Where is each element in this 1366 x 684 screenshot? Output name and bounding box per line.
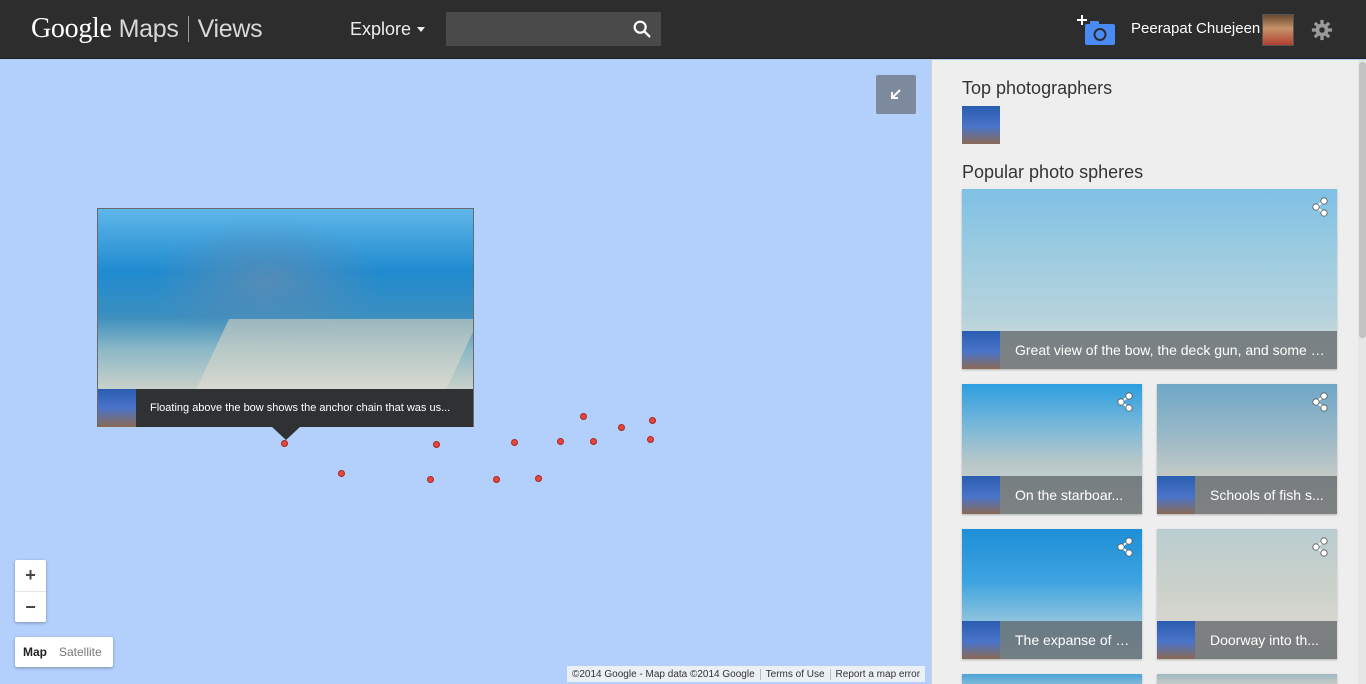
photo-marker[interactable] bbox=[647, 436, 654, 443]
share-icon[interactable] bbox=[1116, 537, 1134, 557]
photo-sphere-card[interactable]: Great view of the bow, the deck gun, and… bbox=[962, 189, 1337, 369]
add-photo-camera-icon[interactable] bbox=[1076, 14, 1116, 46]
card-caption: Doorway into th... bbox=[1210, 632, 1319, 648]
logo-divider bbox=[187, 16, 189, 42]
card-caption: The expanse of t... bbox=[1015, 632, 1131, 648]
photo-marker[interactable] bbox=[580, 413, 587, 420]
map-type-satellite[interactable]: Satellite bbox=[55, 645, 106, 659]
google-maps-views-logo[interactable]: Google Maps Views bbox=[31, 13, 263, 45]
photo-marker[interactable] bbox=[511, 439, 518, 446]
map-canvas[interactable]: Floating above the bow shows the anchor … bbox=[0, 60, 931, 684]
card-caption: Schools of fish s... bbox=[1210, 487, 1324, 503]
popular-photo-spheres-title: Popular photo spheres bbox=[962, 162, 1144, 182]
photographer-avatar[interactable] bbox=[962, 621, 1000, 659]
zoom-in-button[interactable]: + bbox=[15, 560, 46, 591]
photographer-avatar[interactable] bbox=[962, 331, 1000, 369]
photo-marker[interactable] bbox=[281, 440, 288, 447]
zoom-out-button[interactable]: − bbox=[15, 591, 46, 622]
photo-sphere-card[interactable]: On the starboar... bbox=[962, 384, 1142, 514]
popup-photo[interactable] bbox=[98, 209, 473, 389]
attribution-text: ©2014 Google - Map data ©2014 Google bbox=[572, 668, 755, 680]
zoom-control: + − bbox=[15, 560, 46, 622]
popup-pointer bbox=[271, 426, 301, 440]
collapse-panel-button[interactable] bbox=[876, 75, 916, 114]
photo-sphere-card[interactable]: Schools of fish s... bbox=[1157, 384, 1337, 514]
card-caption-bar: Great view of the bow, the deck gun, and… bbox=[962, 331, 1337, 369]
user-avatar[interactable] bbox=[1262, 14, 1294, 46]
photographer-avatar[interactable] bbox=[98, 389, 136, 427]
photo-marker[interactable] bbox=[649, 417, 656, 424]
user-name[interactable]: Peerapat Chuejeen bbox=[1131, 20, 1260, 37]
share-icon[interactable] bbox=[1311, 537, 1329, 557]
share-icon[interactable] bbox=[1116, 392, 1134, 412]
search-box bbox=[446, 12, 661, 46]
arrow-collapse-icon bbox=[891, 89, 901, 99]
photo-preview-popup[interactable]: Floating above the bow shows the anchor … bbox=[97, 208, 474, 440]
card-caption-bar: Doorway into th... bbox=[1157, 621, 1337, 659]
explore-label: Explore bbox=[350, 19, 412, 39]
explore-menu[interactable]: Explore bbox=[350, 19, 426, 40]
side-panel: Top photographers Popular photo spheres … bbox=[931, 60, 1366, 684]
logo-views: Views bbox=[197, 14, 263, 43]
card-caption: On the starboar... bbox=[1015, 487, 1124, 503]
card-caption: Great view of the bow, the deck gun, and… bbox=[1015, 342, 1331, 358]
logo-maps: Maps bbox=[118, 14, 179, 43]
photo-marker[interactable] bbox=[618, 424, 625, 431]
photo-marker[interactable] bbox=[338, 470, 345, 477]
photo-marker[interactable] bbox=[433, 441, 440, 448]
popup-caption: Floating above the bow shows the anchor … bbox=[150, 402, 451, 414]
photo-marker[interactable] bbox=[535, 475, 542, 482]
map-attribution: ©2014 Google - Map data ©2014 Google Ter… bbox=[567, 666, 926, 682]
panel-scrollbar[interactable] bbox=[1358, 60, 1366, 684]
popup-photo-deck bbox=[187, 319, 473, 389]
photo-sphere-card[interactable] bbox=[962, 674, 1142, 684]
photographer-avatar[interactable] bbox=[962, 476, 1000, 514]
search-input[interactable] bbox=[446, 12, 626, 46]
photo-marker[interactable] bbox=[427, 476, 434, 483]
photo-marker[interactable] bbox=[557, 438, 564, 445]
photographer-avatar[interactable] bbox=[1157, 621, 1195, 659]
share-icon[interactable] bbox=[1311, 197, 1329, 217]
top-photographer-avatar[interactable] bbox=[962, 106, 1000, 144]
terms-link[interactable]: Terms of Use bbox=[759, 668, 830, 680]
search-icon[interactable] bbox=[631, 18, 653, 40]
map-type-map[interactable]: Map bbox=[15, 645, 55, 659]
photo-marker[interactable] bbox=[590, 438, 597, 445]
gear-icon[interactable] bbox=[1311, 19, 1333, 41]
chevron-down-icon bbox=[417, 27, 426, 32]
popup-caption-bar: Floating above the bow shows the anchor … bbox=[98, 389, 473, 427]
photo-sphere-card[interactable]: The expanse of t... bbox=[962, 529, 1142, 659]
scrollbar-thumb[interactable] bbox=[1359, 62, 1366, 338]
map-type-control: Map Satellite bbox=[15, 637, 113, 667]
report-error-link[interactable]: Report a map error bbox=[829, 668, 925, 680]
card-caption-bar: On the starboar... bbox=[962, 476, 1142, 514]
card-caption-bar: Schools of fish s... bbox=[1157, 476, 1337, 514]
logo-google: Google bbox=[31, 13, 112, 44]
photo-sphere-card[interactable] bbox=[1157, 674, 1337, 684]
photo-sphere-card[interactable]: Doorway into th... bbox=[1157, 529, 1337, 659]
photo-marker[interactable] bbox=[493, 476, 500, 483]
card-caption-bar: The expanse of t... bbox=[962, 621, 1142, 659]
top-photographers-title: Top photographers bbox=[962, 78, 1113, 98]
photographer-avatar[interactable] bbox=[1157, 476, 1195, 514]
share-icon[interactable] bbox=[1311, 392, 1329, 412]
top-bar: Google Maps Views Explore Peerapat Chuej… bbox=[0, 0, 1366, 59]
